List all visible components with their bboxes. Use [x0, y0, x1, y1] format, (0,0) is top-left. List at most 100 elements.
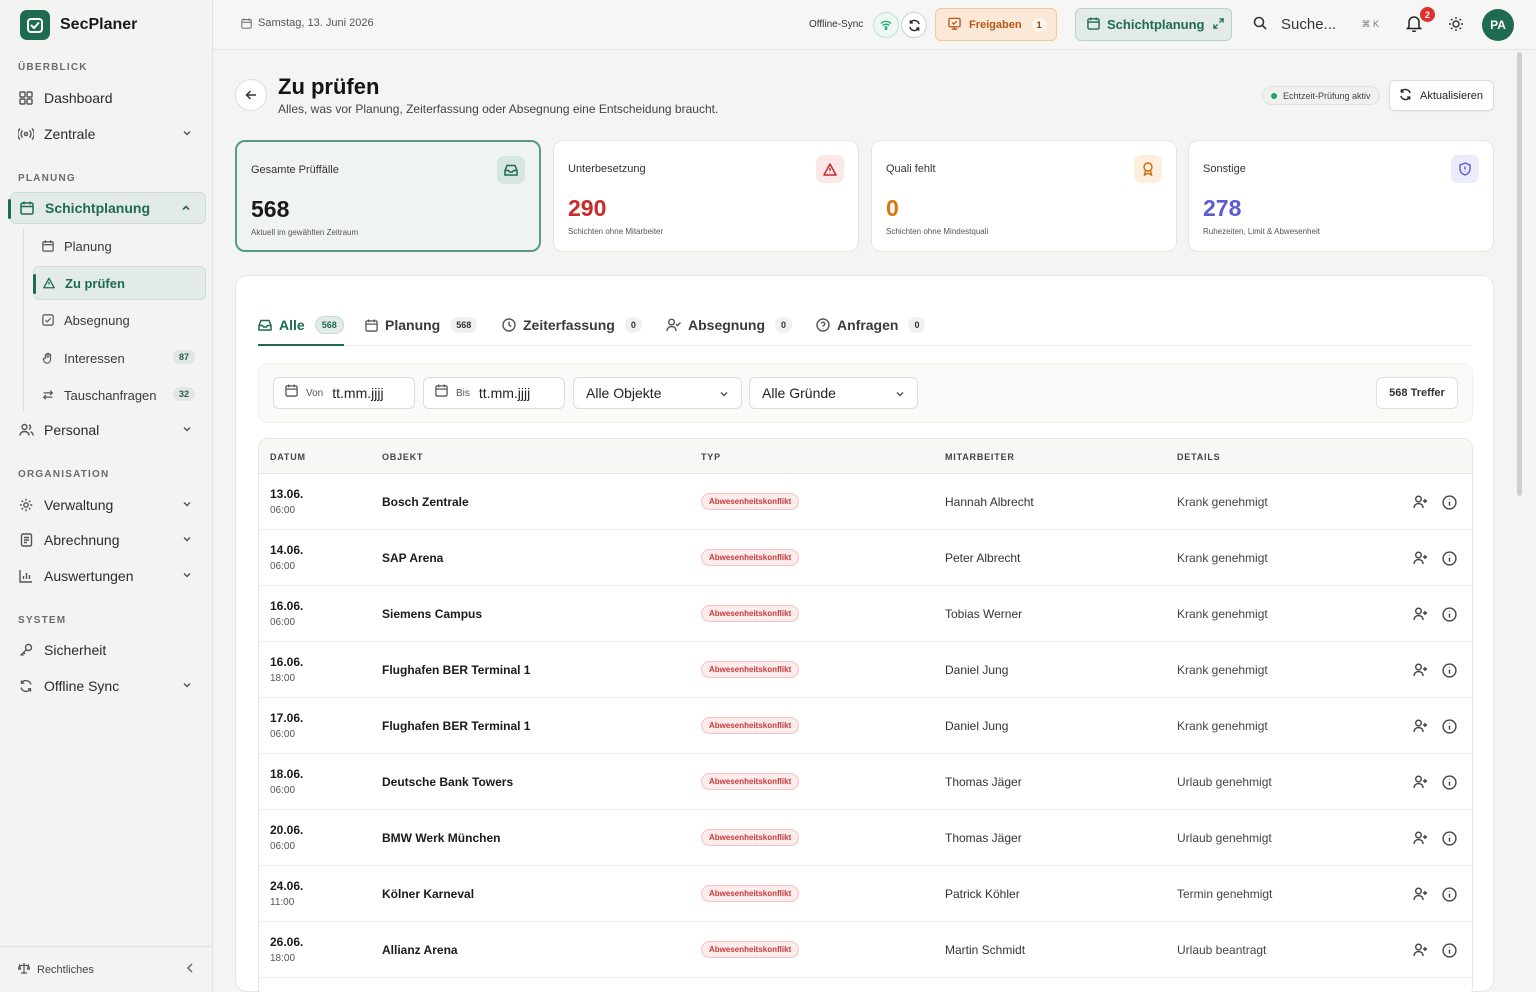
date-from-field[interactable]: Von tt.mm.jjjj [273, 377, 415, 409]
column-header-employee[interactable]: MITARBEITER [945, 452, 1015, 462]
table-row[interactable]: 24.06. 11:00 Kölner Karneval Abwesenheit… [259, 866, 1472, 922]
tab-label: Absegnung [688, 317, 765, 333]
table-row[interactable]: 17.06. 06:00 Flughafen BER Terminal 1 Ab… [259, 698, 1472, 754]
table-row[interactable]: 18.06. 06:00 Deutsche Bank Towers Abwese… [259, 754, 1472, 810]
page-title: Zu prüfen [278, 74, 380, 99]
objects-select[interactable]: Alle Objekte [573, 377, 742, 409]
row-date: 24.06. [270, 879, 304, 893]
assign-user-icon[interactable] [1412, 550, 1428, 566]
tab-planung[interactable]: Planung 568 [365, 314, 478, 336]
column-header-date[interactable]: DATUM [270, 452, 306, 462]
stat-card-quali-fehlt[interactable]: Quali fehlt 0 Schichten ohne Mindestqual… [871, 140, 1177, 252]
row-date: 20.06. [270, 823, 304, 837]
tab-absegnung[interactable]: Absegnung 0 [666, 314, 793, 336]
table-row[interactable]: 26.06. 18:00 Allianz Arena Abwesenheitsk… [259, 922, 1472, 978]
table-row[interactable]: 20.06. 06:00 BMW Werk München Abwesenhei… [259, 810, 1472, 866]
row-object: Allianz Arena [382, 943, 458, 957]
tab-zeiterfassung[interactable]: Zeiterfassung 0 [502, 314, 642, 336]
app-name: SecPlaner [60, 16, 138, 33]
search-box[interactable]: Suche... ⌘ K [1243, 8, 1391, 41]
column-header-type[interactable]: TYP [701, 452, 721, 462]
sidebar-item-sicherheit[interactable]: Sicherheit [10, 634, 206, 666]
info-icon[interactable] [1441, 662, 1457, 678]
assign-user-icon[interactable] [1412, 662, 1428, 678]
table-row[interactable]: 14.06. 06:00 SAP Arena Abwesenheitskonfl… [259, 530, 1472, 586]
info-icon[interactable] [1441, 550, 1457, 566]
info-icon[interactable] [1441, 886, 1457, 902]
stat-card-total[interactable]: Gesamte Prüffälle 568 Aktuell im gewählt… [235, 140, 541, 252]
active-tab-indicator [258, 344, 344, 346]
approval-icon [948, 17, 961, 33]
assign-user-icon[interactable] [1412, 774, 1428, 790]
key-icon [18, 642, 34, 658]
refresh-icon [1399, 88, 1412, 104]
assign-user-icon[interactable] [1412, 830, 1428, 846]
row-date: 16.06. [270, 655, 304, 669]
stat-note: Schichten ohne Mindestquali [886, 227, 989, 236]
theme-toggle-button[interactable] [1448, 16, 1464, 37]
chevron-down-icon [183, 130, 191, 136]
info-icon[interactable] [1441, 718, 1457, 734]
sidebar-item-auswertungen[interactable]: Auswertungen [10, 560, 206, 592]
sidebar-item-zentrale[interactable]: Zentrale [10, 118, 206, 150]
sidebar-item-personal[interactable]: Personal [10, 414, 206, 446]
search-icon [1253, 16, 1267, 34]
tab-alle[interactable]: Alle 568 [258, 314, 344, 336]
stat-card-sonstige[interactable]: Sonstige 278 Ruhezeiten, Limit & Abwesen… [1188, 140, 1494, 252]
sidebar-subitem-zu-pruefen[interactable]: Zu prüfen [33, 266, 206, 300]
avatar[interactable]: PA [1482, 9, 1514, 41]
table-row[interactable]: 13.06. 06:00 Bosch Zentrale Abwesenheits… [259, 474, 1472, 530]
row-object: Deutsche Bank Towers [382, 775, 514, 789]
collapse-sidebar-icon[interactable] [185, 962, 195, 974]
refresh-button[interactable]: Aktualisieren [1389, 80, 1494, 111]
search-placeholder: Suche... [1281, 16, 1337, 33]
info-icon[interactable] [1441, 830, 1457, 846]
tab-anfragen[interactable]: Anfragen 0 [816, 314, 926, 336]
bar-chart-icon [18, 568, 34, 584]
assign-user-icon[interactable] [1412, 886, 1428, 902]
table-row[interactable]: 16.06. 06:00 Siemens Campus Abwesenheits… [259, 586, 1472, 642]
sidebar-subitem-planung[interactable]: Planung [33, 229, 206, 263]
freigaben-button[interactable]: Freigaben 1 [935, 8, 1057, 41]
count-badge: 87 [172, 350, 195, 364]
tab-count: 0 [624, 317, 642, 333]
sidebar-item-abrechnung[interactable]: Abrechnung [10, 524, 206, 556]
sidebar-subitem-label: Planung [64, 238, 112, 254]
assign-user-icon[interactable] [1412, 942, 1428, 958]
sidebar-subitem-interessen[interactable]: Interessen 87 [33, 341, 206, 375]
wifi-status-button[interactable] [873, 12, 899, 38]
column-header-object[interactable]: OBJEKT [382, 452, 423, 462]
user-check-icon [666, 318, 681, 332]
calendar-icon [241, 17, 252, 29]
sidebar-item-dashboard[interactable]: Dashboard [10, 82, 206, 114]
brand[interactable]: SecPlaner [20, 10, 137, 40]
schichtplanung-button[interactable]: Schichtplanung [1075, 8, 1232, 41]
assign-user-icon[interactable] [1412, 494, 1428, 510]
back-button[interactable] [235, 79, 267, 111]
row-type-badge: Abwesenheitskonflikt [701, 773, 800, 790]
sidebar-subitem-tauschanfragen[interactable]: Tauschanfragen 32 [33, 378, 206, 412]
legal-link[interactable]: Rechtliches [37, 964, 94, 976]
assign-user-icon[interactable] [1412, 606, 1428, 622]
sidebar-item-label: Personal [44, 422, 100, 438]
reasons-select[interactable]: Alle Gründe [749, 377, 918, 409]
notifications-button[interactable] [1405, 15, 1423, 37]
assign-user-icon[interactable] [1412, 718, 1428, 734]
date-to-field[interactable]: Bis tt.mm.jjjj [423, 377, 565, 409]
info-icon[interactable] [1441, 774, 1457, 790]
info-icon[interactable] [1441, 606, 1457, 622]
table-row[interactable]: 16.06. 18:00 Flughafen BER Terminal 1 Ab… [259, 642, 1472, 698]
sidebar-item-verwaltung[interactable]: Verwaltung [10, 489, 206, 521]
sidebar-item-offline-sync[interactable]: Offline Sync [10, 670, 206, 702]
info-icon[interactable] [1441, 494, 1457, 510]
calendar-icon [435, 384, 448, 402]
sidebar-item-schichtplanung[interactable]: Schichtplanung [8, 192, 206, 224]
sync-now-button[interactable] [901, 12, 927, 38]
tab-label: Planung [385, 317, 441, 333]
live-status-badge: Echtzeit-Prüfung aktiv [1262, 86, 1380, 105]
sidebar-subitem-absegnung[interactable]: Absegnung [33, 303, 206, 337]
scrollbar[interactable] [1517, 52, 1522, 496]
info-icon[interactable] [1441, 942, 1457, 958]
column-header-details[interactable]: DETAILS [1177, 452, 1220, 462]
stat-card-unterbesetzung[interactable]: Unterbesetzung 290 Schichten ohne Mitarb… [553, 140, 859, 252]
